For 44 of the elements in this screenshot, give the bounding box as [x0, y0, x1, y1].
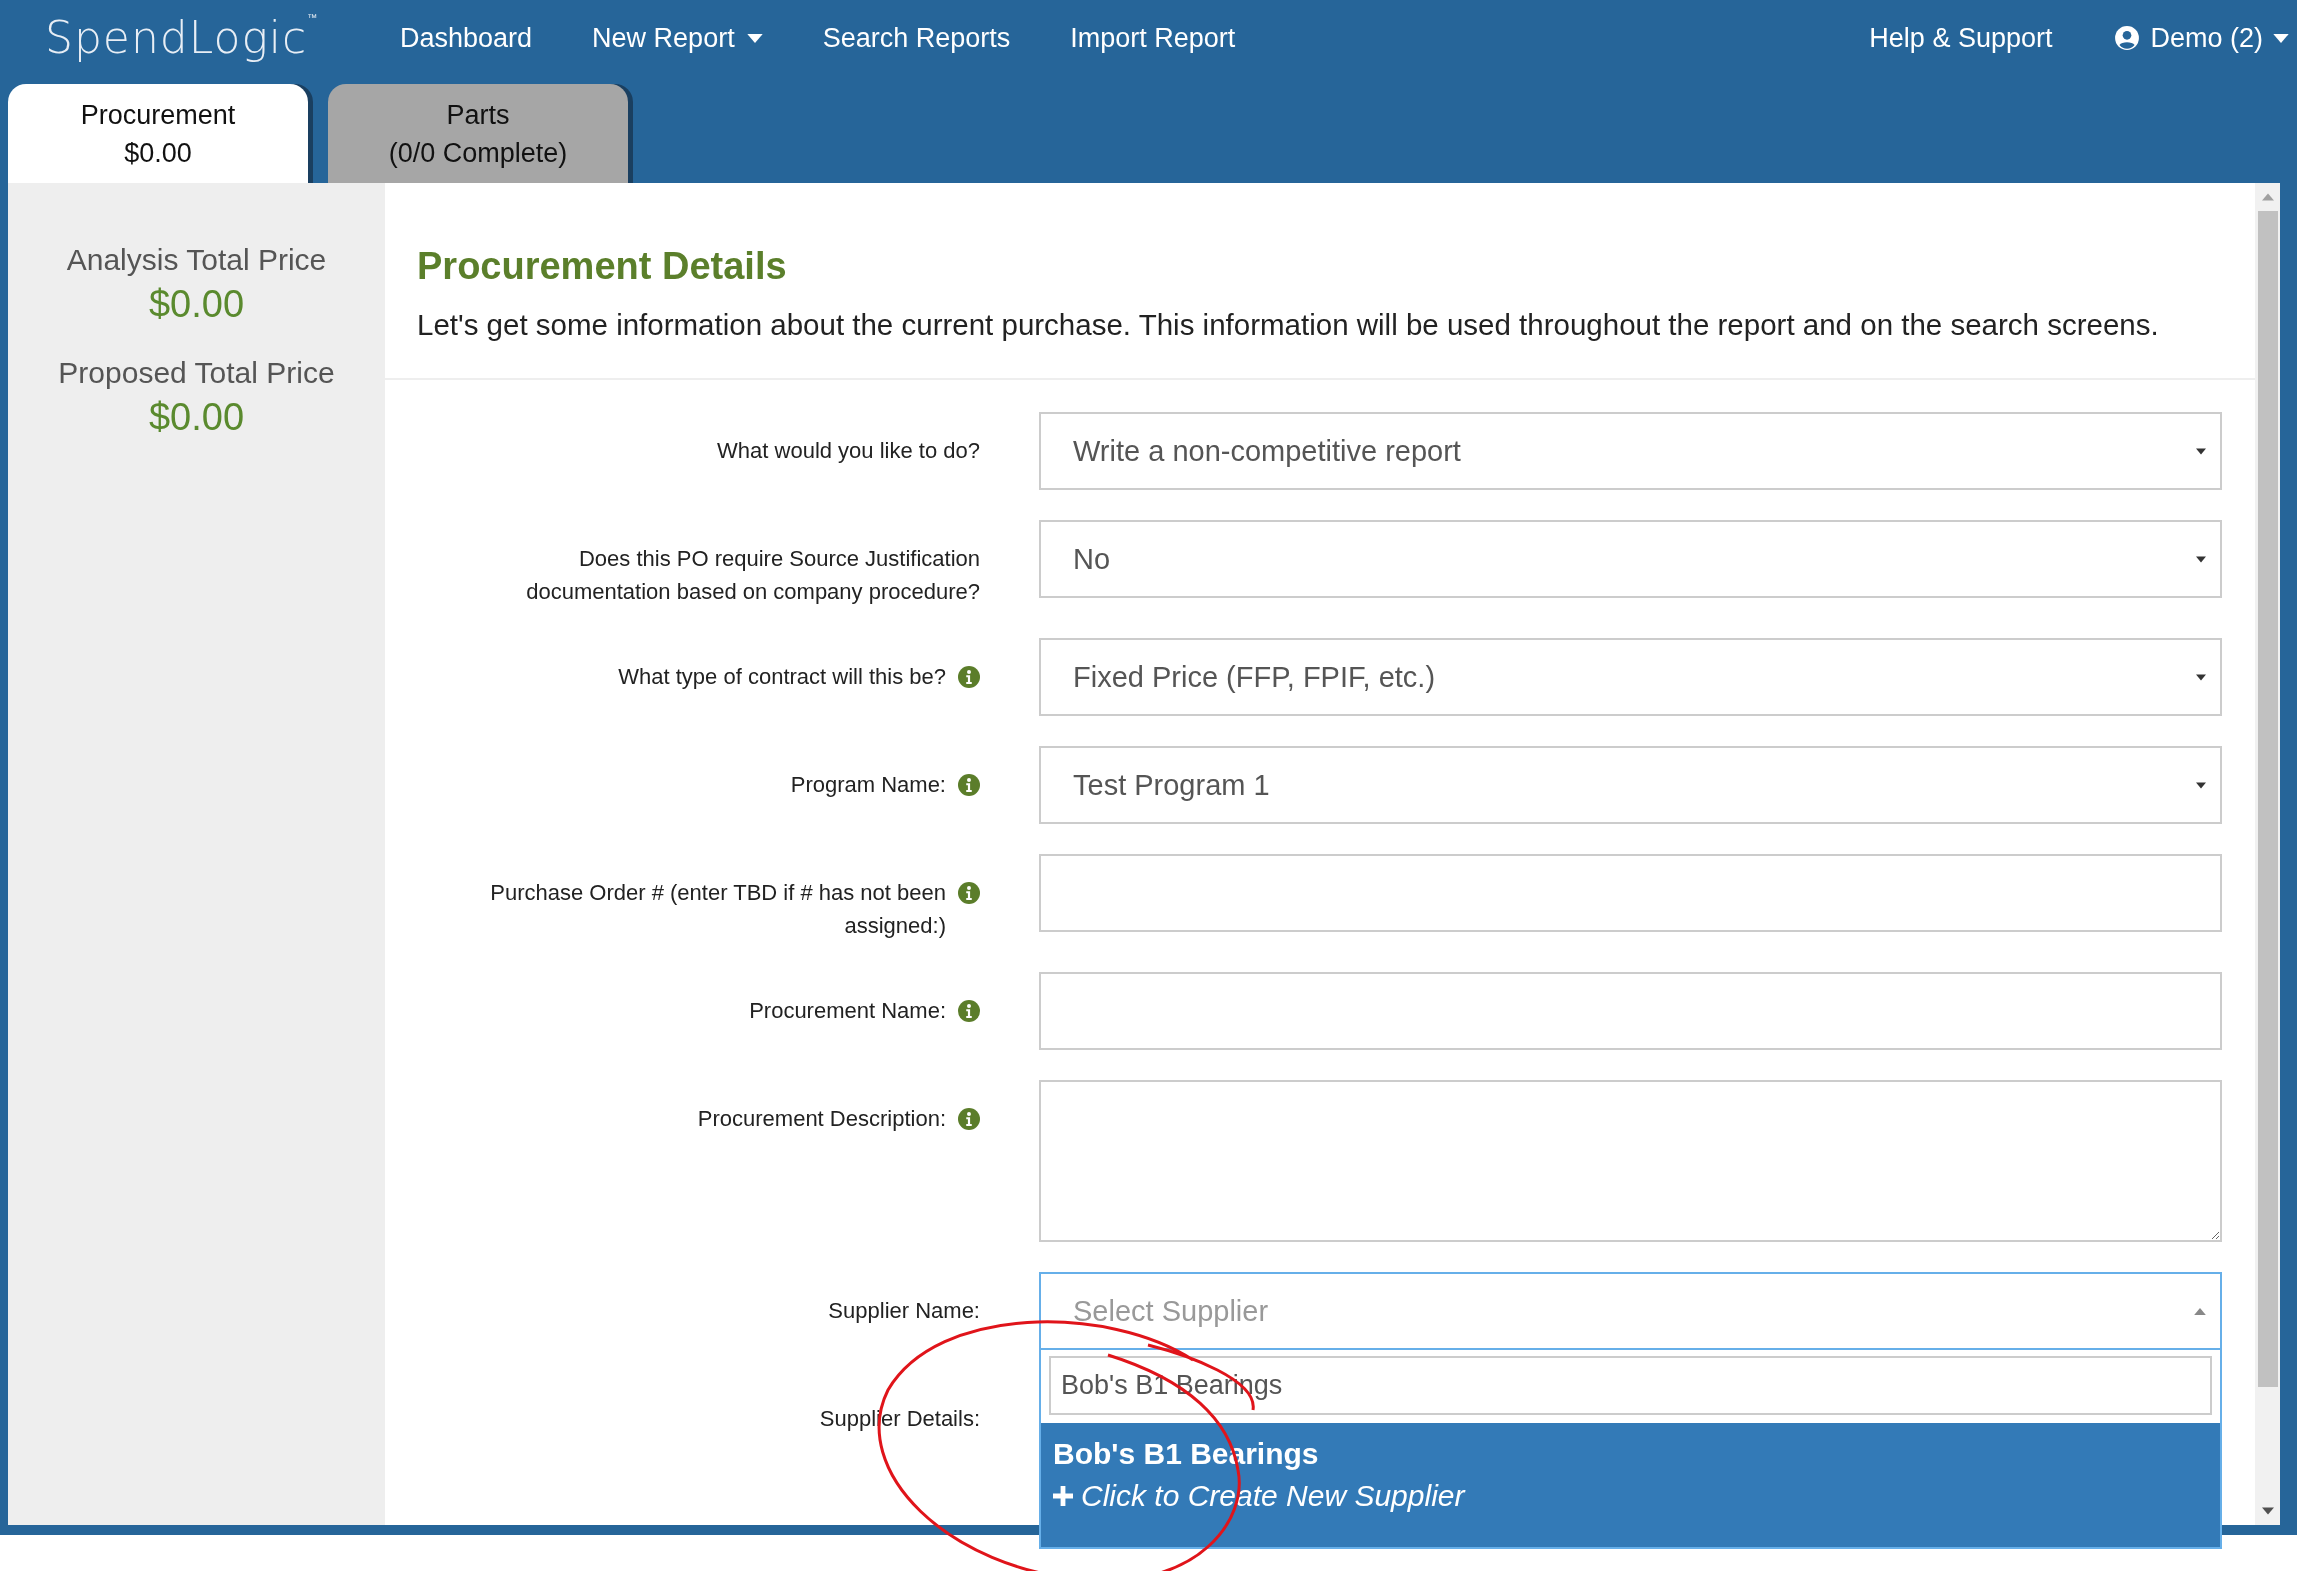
select-field[interactable]: No — [1039, 520, 2222, 598]
caret-icon — [2196, 782, 2206, 789]
total-label: Analysis Total Price — [66, 243, 327, 277]
select-field[interactable]: Fixed Price (FFP, FPIF, etc.) — [1039, 638, 2222, 716]
info-icon[interactable] — [958, 774, 980, 796]
info-icon[interactable] — [958, 1108, 980, 1130]
scroll-thumb[interactable] — [2257, 211, 2278, 1387]
total-value: $0.00 — [148, 283, 245, 326]
info-icon[interactable] — [958, 882, 980, 904]
nav-link[interactable]: Search Reports — [822, 20, 1011, 56]
caret-icon — [746, 33, 763, 43]
scroll-down-icon[interactable] — [2261, 1507, 2274, 1515]
field-label: Procurement Description: — [697, 1105, 946, 1133]
nav-link[interactable]: Import Report — [1070, 20, 1236, 56]
info-icon[interactable] — [958, 1000, 980, 1022]
field-label: Supplier Name: — [828, 1297, 980, 1325]
plus-icon — [1053, 1486, 1073, 1506]
caret-icon — [2196, 556, 2206, 563]
user-menu[interactable]: Demo (2) — [2114, 20, 2289, 56]
field-label: What type of contract will this be? — [618, 663, 946, 691]
field-label: Does this PO require Source Justification documentation based on company procedure? — [525, 545, 980, 606]
section-title: Procurement Details — [417, 245, 788, 288]
caret-icon — [2273, 33, 2289, 43]
field-label: Program Name: — [790, 771, 946, 799]
nav-link[interactable]: New Report — [592, 20, 763, 56]
user-icon — [2114, 25, 2141, 51]
select-field[interactable]: Test Program 1 — [1039, 746, 2222, 824]
field-label: Procurement Name: — [749, 997, 946, 1025]
field-label: Purchase Order # (enter TBD if # has not been assigned:) — [489, 879, 946, 940]
field-label: What would you like to do? — [717, 437, 980, 465]
logo[interactable]: SpendLogic$^{™}$ — [45, 12, 319, 63]
input-field[interactable] — [1039, 854, 2222, 932]
total-label: Proposed Total Price — [58, 356, 335, 390]
select-field[interactable]: Write a non-competitive report — [1039, 412, 2222, 490]
total-value: $0.00 — [148, 396, 245, 439]
nav-link[interactable]: Dashboard — [400, 20, 533, 56]
caret-icon — [2194, 1308, 2206, 1315]
scrollbar[interactable] — [2255, 183, 2280, 1525]
caret-icon — [2196, 674, 2206, 681]
nav-link[interactable]: Help & Support — [1869, 20, 2053, 56]
info-icon[interactable] — [958, 666, 980, 688]
section-description: Let's get some information about the current purchase. This information will be used throughout the report and on the search screens. — [417, 308, 2160, 342]
caret-icon — [2196, 448, 2206, 455]
input-field[interactable] — [1039, 972, 2222, 1050]
